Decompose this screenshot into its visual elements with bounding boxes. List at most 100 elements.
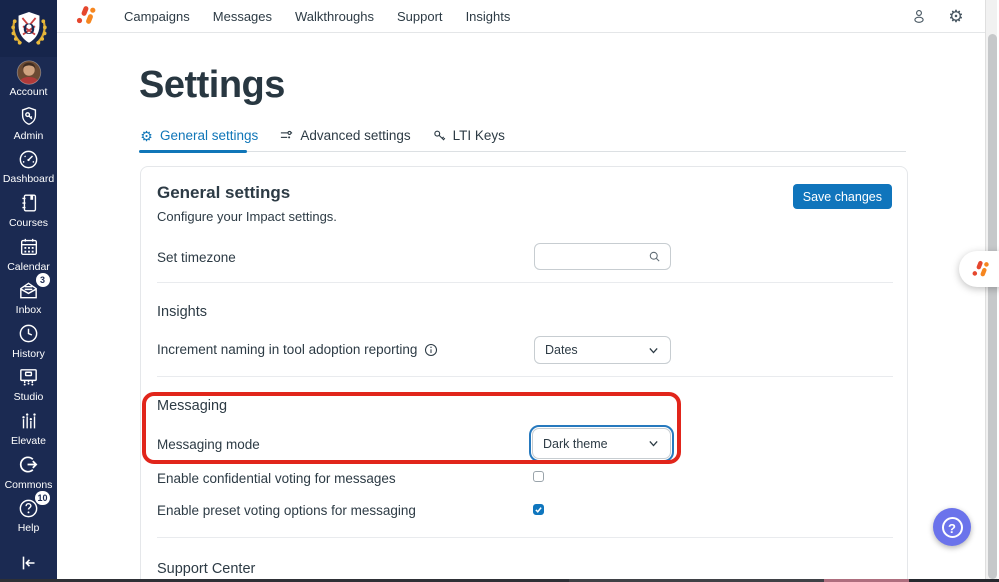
increment-naming-label: Increment naming in tool adoption report… [157, 342, 438, 357]
sidebar-item-label: Dashboard [3, 173, 54, 185]
sidebar-item-studio[interactable]: Studio [0, 362, 57, 406]
select-value: Dark theme [543, 437, 608, 451]
gear-icon: ⚙ [139, 128, 154, 143]
scrollbar-track[interactable] [985, 0, 997, 582]
search-icon [647, 249, 662, 264]
topbar-nav: Campaigns Messages Walkthroughs Support … [124, 9, 510, 24]
chevron-down-icon [647, 437, 660, 450]
sidebar-item-history[interactable]: History [0, 319, 57, 363]
save-changes-button[interactable]: Save changes [793, 184, 892, 209]
nav-support[interactable]: Support [397, 9, 443, 24]
insights-heading: Insights [157, 304, 207, 320]
divider [157, 376, 893, 377]
impact-logo[interactable] [74, 4, 98, 28]
calendar-icon [16, 234, 42, 260]
tab-label: General settings [160, 128, 258, 143]
nav-insights[interactable]: Insights [466, 9, 511, 24]
divider [157, 537, 893, 538]
school-crest-icon: O [7, 7, 51, 51]
notebook-icon [16, 190, 42, 216]
sliders-icon [279, 128, 294, 143]
impact-widget-tab[interactable] [959, 251, 999, 287]
shield-key-icon [16, 103, 42, 129]
sidebar-item-commons[interactable]: Commons [0, 449, 57, 493]
tab-lti-keys[interactable]: LTI Keys [432, 128, 505, 151]
question-mark-icon: ? [942, 517, 963, 538]
inbox-count-badge: 3 [36, 273, 50, 287]
tab-general-settings[interactable]: ⚙ General settings [139, 128, 258, 151]
canvas-sidebar: O Account [0, 0, 57, 582]
help-count-badge: 10 [35, 491, 49, 505]
scrollbar-thumb[interactable] [988, 34, 997, 579]
sidebar-item-label: Courses [9, 217, 48, 229]
confidential-voting-checkbox[interactable] [533, 471, 544, 482]
timezone-label: Set timezone [157, 250, 236, 265]
card-subheading: Configure your Impact settings. [157, 209, 337, 224]
sidebar-item-label: Commons [5, 479, 53, 491]
sidebar-item-label: Studio [14, 391, 44, 403]
sidebar-item-label: Account [10, 86, 48, 98]
preset-voting-label: Enable preset voting options for messagi… [157, 503, 416, 518]
messaging-mode-label: Messaging mode [157, 437, 260, 452]
confidential-voting-label: Enable confidential voting for messages [157, 471, 396, 486]
key-icon [432, 128, 447, 143]
tab-label: Advanced settings [300, 128, 410, 143]
increment-naming-text: Increment naming in tool adoption report… [157, 342, 417, 357]
sidebar-item-calendar[interactable]: Calendar [0, 231, 57, 275]
avatar [16, 59, 42, 85]
info-icon[interactable] [424, 343, 438, 357]
sidebar-item-label: Help [18, 522, 40, 534]
sidebar-item-label: Admin [14, 130, 44, 142]
school-logo[interactable]: O [0, 0, 57, 57]
collapse-sidebar-button[interactable] [0, 550, 57, 576]
timezone-search-field[interactable] [534, 243, 671, 270]
sidebar-item-dashboard[interactable]: Dashboard [0, 144, 57, 188]
impact-settings-screen: O Account [0, 0, 999, 582]
settings-gear-icon[interactable]: ⚙ [947, 7, 965, 25]
tab-label: LTI Keys [453, 128, 505, 143]
clock-icon [16, 321, 42, 347]
messaging-heading: Messaging [157, 398, 227, 414]
nav-messages[interactable]: Messages [213, 9, 272, 24]
sidebar-item-label: Inbox [16, 304, 42, 316]
divider [157, 282, 893, 283]
sidebar-item-inbox[interactable]: 3 Inbox [0, 275, 57, 319]
select-value: Dates [545, 343, 578, 357]
collapse-arrow-icon [18, 552, 40, 574]
sidebar-item-elevate[interactable]: Elevate [0, 406, 57, 450]
user-icon[interactable] [910, 7, 928, 25]
envelope-icon: 3 [16, 277, 42, 303]
impact-logo-icon [970, 259, 991, 280]
sidebar-item-label: Calendar [7, 261, 50, 273]
sidebar-item-admin[interactable]: Admin [0, 101, 57, 145]
logo-letter: O [23, 20, 35, 37]
sidebar-item-account[interactable]: Account [0, 57, 57, 101]
share-arrow-icon [16, 452, 42, 478]
timezone-search-input[interactable] [535, 244, 647, 269]
increment-naming-select[interactable]: Dates [534, 336, 671, 364]
tab-advanced-settings[interactable]: Advanced settings [279, 128, 410, 151]
messaging-mode-select[interactable]: Dark theme [532, 428, 671, 459]
sidebar-item-courses[interactable]: Courses [0, 188, 57, 232]
settings-tabs: ⚙ General settings Advanced settings LTI… [139, 128, 505, 151]
active-tab-underline [139, 150, 247, 153]
nav-walkthroughs[interactable]: Walkthroughs [295, 9, 374, 24]
impact-topbar: Campaigns Messages Walkthroughs Support … [57, 0, 985, 33]
nav-campaigns[interactable]: Campaigns [124, 9, 190, 24]
general-settings-card: General settings Configure your Impact s… [140, 166, 908, 582]
gauge-icon [16, 146, 42, 172]
chevron-down-icon [647, 344, 660, 357]
sidebar-item-label: Elevate [11, 435, 46, 447]
page-title: Settings [139, 64, 285, 107]
sidebar-item-help[interactable]: 10 Help [0, 493, 57, 537]
help-question-icon: 10 [16, 495, 42, 521]
sidebar-item-label: History [12, 348, 45, 360]
tabs-divider [139, 151, 906, 152]
card-heading: General settings [157, 183, 290, 203]
preset-voting-checkbox[interactable] [533, 504, 544, 515]
support-center-heading: Support Center [157, 561, 255, 577]
help-fab-button[interactable]: ? [933, 508, 971, 546]
elevate-chart-icon [16, 408, 42, 434]
studio-screen-icon [16, 364, 42, 390]
check-icon [534, 505, 543, 514]
